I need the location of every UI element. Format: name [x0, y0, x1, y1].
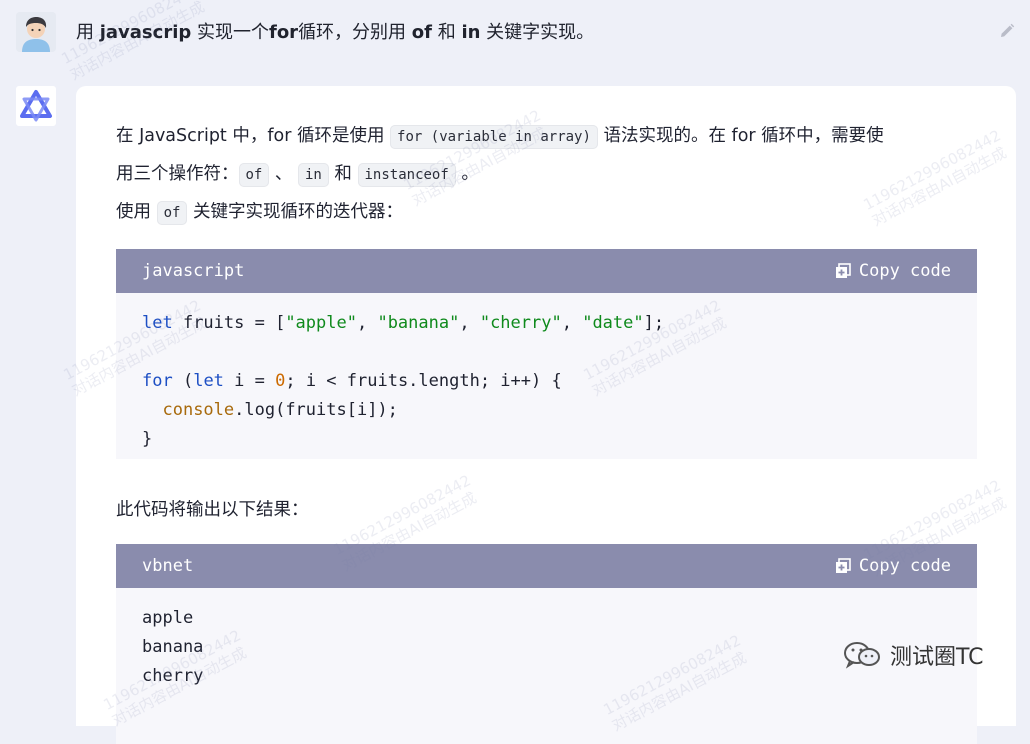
inline-code: in	[298, 163, 329, 187]
answer-paragraph-2: 用三个操作符： of 、 in 和 instanceof 。	[116, 160, 479, 187]
code-language-label: vbnet	[142, 556, 194, 576]
wechat-icon	[844, 642, 880, 669]
code-line: banana	[142, 637, 204, 657]
code-block-header: vbnet Copy code	[116, 544, 977, 588]
user-message-row: 用 javascrip 实现一个for循环，分别用 of 和 in 关键字实现。	[0, 0, 1030, 68]
inline-code: for (variable in array)	[390, 125, 598, 149]
inline-code: instanceof	[357, 163, 456, 187]
copy-code-label: Copy code	[858, 556, 951, 576]
copy-icon	[835, 263, 851, 278]
copy-icon	[835, 558, 851, 573]
brand-badge: 测试圈TC	[842, 638, 984, 672]
code-block-header: javascript Copy code	[116, 249, 977, 293]
edit-icon[interactable]	[998, 22, 1016, 40]
copy-code-button[interactable]: Copy code	[835, 556, 951, 576]
code-line: cherry	[142, 666, 204, 686]
code-language-label: javascript	[142, 261, 245, 281]
assistant-answer-card: 在 JavaScript 中，for 循环是使用 for (variable i…	[76, 86, 1016, 744]
copy-code-button[interactable]: Copy code	[835, 261, 951, 281]
answer-paragraph-4: 此代码将输出以下结果：	[116, 500, 309, 520]
assistant-avatar	[16, 86, 56, 126]
code-line: apple	[142, 608, 194, 628]
answer-paragraph-3: 使用 of 关键字实现循环的迭代器：	[116, 198, 403, 225]
code-block-javascript: javascript Copy code let fruits = ["appl…	[116, 249, 977, 459]
user-message: 用 javascrip 实现一个for循环，分别用 of 和 in 关键字实现。	[76, 22, 595, 43]
code-content: let fruits = ["apple", "banana", "cherry…	[142, 313, 665, 449]
copy-code-label: Copy code	[858, 261, 951, 281]
brand-text: 测试圈TC	[890, 645, 984, 670]
user-avatar-icon	[16, 12, 56, 52]
inline-code: of	[156, 201, 188, 225]
inline-code: of	[238, 163, 270, 187]
user-avatar	[16, 12, 56, 52]
assistant-logo-icon	[16, 86, 56, 126]
answer-paragraph-1: 在 JavaScript 中，for 循环是使用 for (variable i…	[116, 122, 884, 149]
